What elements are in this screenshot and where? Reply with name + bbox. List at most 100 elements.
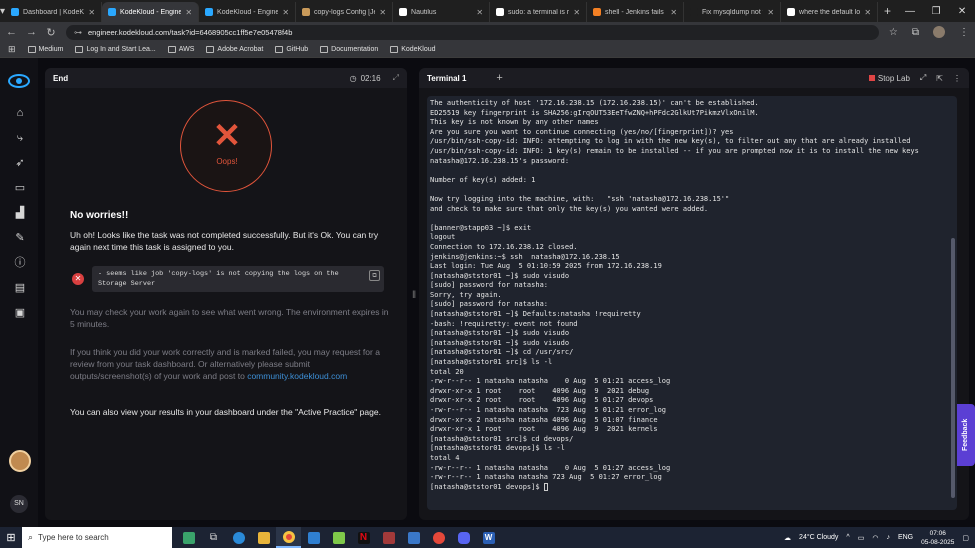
terminal-line: Sorry, try again.	[430, 291, 954, 301]
browser-menu-icon[interactable]: ⋮	[959, 27, 969, 38]
notification-icon[interactable]: ▢	[962, 534, 969, 542]
feedback-button[interactable]: Feedback	[957, 404, 975, 466]
copy-icon[interactable]: ⧉	[369, 270, 380, 281]
vscode-icon[interactable]	[301, 527, 326, 548]
bookmark-item[interactable]: KodeKloud	[390, 46, 436, 53]
bookmark-item[interactable]: AWS	[167, 46, 195, 53]
remote-desktop-icon[interactable]	[401, 527, 426, 548]
netflix-icon[interactable]: N	[351, 527, 376, 548]
expand-icon[interactable]: ⤢	[393, 73, 399, 83]
chat-icon[interactable]: ▣	[14, 307, 26, 319]
chrome-alt-icon[interactable]	[426, 527, 451, 548]
wifi-icon[interactable]: ◠	[872, 534, 878, 542]
tab-close-icon[interactable]: ✕	[379, 8, 386, 17]
photos-icon[interactable]	[376, 527, 401, 548]
terminal-line-text: -rw-r--r-- 1 natasha natasha 723 Aug 5 0…	[430, 406, 667, 414]
open-external-icon[interactable]: ⇱	[936, 74, 943, 83]
forward-icon[interactable]: →	[26, 26, 37, 38]
chrome-icon[interactable]	[276, 527, 301, 548]
browser-tab[interactable]: sudo: a terminal is re ✕	[490, 2, 588, 22]
bookmark-label: Documentation	[331, 46, 379, 53]
bookmark-label: AWS	[178, 46, 195, 53]
weather-text[interactable]: 24°C Cloudy	[799, 534, 838, 541]
tab-close-icon[interactable]: ✕	[185, 8, 192, 17]
browser-tab[interactable]: Fix mysqldump not f ✕	[684, 2, 782, 22]
notepad-icon[interactable]	[326, 527, 351, 548]
kodekloud-logo-icon[interactable]	[8, 74, 30, 88]
bookmark-label: GitHub	[286, 46, 309, 53]
terminal-icon[interactable]: ▭	[14, 182, 26, 194]
weather-icon[interactable]: ☁	[784, 534, 791, 542]
restore-icon[interactable]: ❐	[923, 6, 949, 17]
terminal-line: /usr/bin/ssh-copy-id: INFO: 1 key(s) rem…	[430, 147, 954, 157]
fullscreen-icon[interactable]: ⤢	[920, 73, 926, 83]
taskbar-search[interactable]: ⌕ Type here to search	[22, 527, 172, 548]
terminal-output[interactable]: The authenticity of host '172.16.238.15 …	[427, 96, 957, 510]
bookmark-item[interactable]: Medium	[27, 46, 63, 53]
widgets-icon[interactable]	[176, 527, 201, 548]
rocket-icon[interactable]: ➶	[14, 157, 26, 169]
bookmark-item[interactable]: Adobe Acrobat	[206, 46, 263, 53]
leaderboard-icon[interactable]: ▟	[14, 207, 26, 219]
file-explorer-icon[interactable]	[251, 527, 276, 548]
terminal-menu-icon[interactable]: ⋮	[953, 74, 961, 83]
browser-tab[interactable]: copy-logs Config [Je ✕	[296, 2, 394, 22]
back-icon[interactable]: ←	[6, 26, 17, 38]
tray-chevron-icon[interactable]: ^	[846, 534, 849, 541]
notes-icon[interactable]: ✎	[14, 232, 26, 244]
site-info-icon[interactable]: ⊶	[74, 28, 82, 37]
path-icon[interactable]: ⤷	[14, 132, 26, 144]
tab-close-icon[interactable]: ✕	[864, 8, 871, 17]
browser-tab[interactable]: KodeKloud - Engineer ✕	[102, 2, 200, 22]
network-icon[interactable]: ▭	[858, 534, 865, 542]
url-bar[interactable]: ⊶ engineer.kodekloud.com/task?id=6468905…	[66, 24, 879, 40]
bookmark-item[interactable]: GitHub	[275, 46, 308, 53]
community-link[interactable]: community.kodekloud.com	[247, 371, 347, 381]
tab-close-icon[interactable]: ✕	[573, 8, 580, 17]
terminal-tab[interactable]: Terminal 1	[427, 74, 466, 83]
browser-tab[interactable]: where the default lo ✕	[781, 2, 879, 22]
tab-close-icon[interactable]: ✕	[767, 8, 774, 17]
terminal-line: Connection to 172.16.238.12 closed.	[430, 243, 954, 253]
panel-splitter-handle[interactable]: ‖	[412, 290, 416, 301]
bookmark-star-icon[interactable]: ☆	[889, 27, 898, 38]
user-initials-avatar[interactable]: SN	[10, 495, 28, 513]
task-view-icon[interactable]: ⧉	[201, 527, 226, 548]
browser-tab[interactable]: Nautilus ✕	[393, 2, 491, 22]
home-icon[interactable]: ⌂	[14, 107, 26, 119]
stop-lab-button[interactable]: Stop Lab	[868, 74, 910, 83]
clock[interactable]: 07:06 05-08-2025	[921, 529, 954, 547]
terminal-line-text: Connection to 172.16.238.12 closed.	[430, 242, 578, 251]
folder-icon	[275, 46, 284, 53]
discord-icon[interactable]	[451, 527, 476, 548]
tab-close-icon[interactable]: ✕	[88, 8, 95, 17]
profile-avatar[interactable]	[933, 26, 945, 38]
browser-tab[interactable]: Dashboard | KodeKlo ✕	[5, 2, 103, 22]
reload-icon[interactable]: ↻	[46, 26, 56, 39]
info-icon[interactable]: ⓘ	[14, 257, 26, 269]
tab-close-icon[interactable]: ✕	[476, 8, 483, 17]
user-avatar[interactable]	[9, 450, 31, 472]
terminal-line-text: -bash: !requiretty: event not found	[430, 319, 578, 328]
close-window-icon[interactable]: ✕	[949, 6, 975, 17]
browser-tab[interactable]: shell - Jenkins fails a ✕	[587, 2, 685, 22]
volume-icon[interactable]: ♪	[886, 534, 890, 541]
bookmark-item[interactable]: Documentation	[320, 46, 378, 53]
end-tab[interactable]: End	[53, 74, 68, 83]
bookmark-item[interactable]: Log In and Start Lea...	[75, 46, 156, 53]
browser-tab[interactable]: KodeKloud - Engineer ✕	[199, 2, 297, 22]
book-icon[interactable]: ▤	[14, 282, 26, 294]
terminal-scrollbar[interactable]	[951, 238, 955, 498]
terminal-line-text: /usr/bin/ssh-copy-id: INFO: attempting t…	[430, 137, 911, 146]
add-terminal-button[interactable]: +	[496, 72, 502, 84]
language-indicator[interactable]: ENG	[898, 534, 913, 541]
edge-icon[interactable]	[226, 527, 251, 548]
minimize-icon[interactable]: —	[897, 6, 923, 17]
windows-start-icon[interactable]: ⊞	[0, 527, 22, 548]
word-icon[interactable]: W	[476, 527, 501, 548]
tab-close-icon[interactable]: ✕	[282, 8, 289, 17]
new-tab-button[interactable]: +	[878, 4, 897, 18]
apps-grid-icon[interactable]: ⊞	[8, 44, 16, 55]
tab-close-icon[interactable]: ✕	[670, 8, 677, 17]
extensions-icon[interactable]: ⧉	[912, 27, 919, 38]
